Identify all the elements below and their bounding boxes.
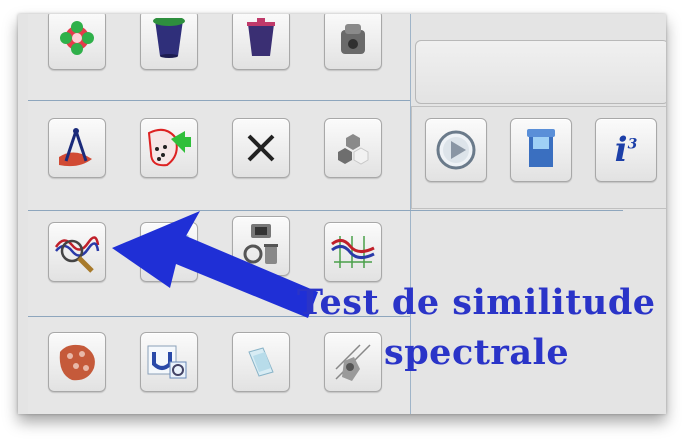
play-icon	[436, 130, 476, 170]
map-cells-button[interactable]	[48, 332, 106, 392]
device-recycle-icon	[243, 224, 278, 264]
row-separator	[28, 100, 410, 101]
cups-compare-icon	[149, 234, 189, 263]
glass-panel-button[interactable]	[232, 332, 290, 392]
spectra-overlay-icon	[331, 236, 375, 268]
delete-button[interactable]	[232, 118, 290, 178]
mixer-tool-icon	[341, 24, 365, 54]
database-icon	[527, 129, 555, 167]
spectral-similarity-search-icon	[54, 236, 100, 273]
region-select-button[interactable]	[140, 118, 198, 178]
run-button[interactable]	[425, 118, 487, 182]
database-button[interactable]	[510, 118, 572, 182]
cups-compare-button[interactable]	[140, 222, 198, 282]
magnet-zoom-button[interactable]	[140, 332, 198, 392]
row-separator	[28, 210, 623, 211]
spectral-similarity-button[interactable]	[48, 222, 106, 282]
compass-measure-button[interactable]	[48, 118, 106, 178]
gift-bucket-tool-button[interactable]	[232, 14, 290, 70]
annotation-subtitle: spectrale	[384, 332, 570, 373]
tool-diagram-button[interactable]	[324, 332, 382, 392]
device-recycle-button[interactable]	[232, 216, 290, 276]
bucket-tool-icon	[153, 18, 185, 58]
info-icon: i3	[614, 130, 638, 170]
spectra-overlay-button[interactable]	[324, 222, 382, 282]
application-window: i3 Test de similitude spectrale	[18, 14, 666, 414]
magnet-zoom-icon	[147, 345, 187, 379]
flower-tool-icon	[60, 21, 94, 55]
compass-measure-icon	[59, 128, 92, 167]
map-cells-icon	[59, 344, 95, 381]
bucket-tool-button[interactable]	[140, 14, 198, 70]
tool-diagram-icon	[335, 344, 371, 381]
gift-bucket-tool-icon	[247, 18, 275, 56]
mixer-tool-button[interactable]	[324, 14, 382, 70]
region-select-icon	[147, 128, 191, 167]
empty-display-field	[415, 40, 666, 104]
hexagon-cluster-button[interactable]	[324, 118, 382, 178]
tool-palette	[28, 14, 623, 414]
glass-panel-icon	[248, 347, 274, 377]
info-button[interactable]: i3	[595, 118, 657, 182]
close-x-icon	[247, 134, 275, 162]
hexagon-cluster-icon	[338, 134, 369, 165]
annotation-title: Test de similitude	[297, 282, 656, 323]
flower-tool-button[interactable]	[48, 14, 106, 70]
